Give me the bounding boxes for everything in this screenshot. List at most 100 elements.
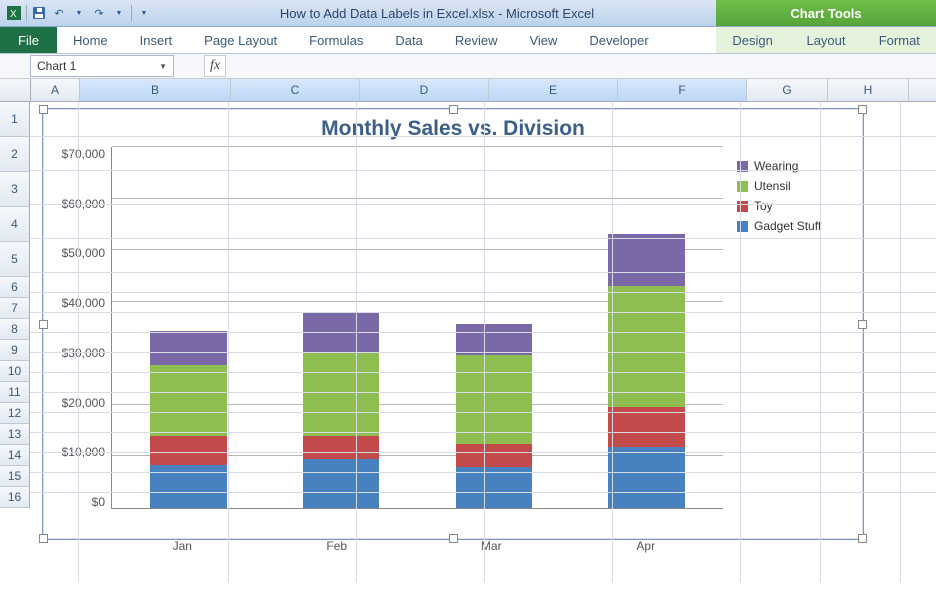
column-header[interactable]: A — [31, 79, 80, 101]
ribbon-tab-home[interactable]: Home — [57, 27, 124, 53]
bar-segment[interactable] — [608, 234, 684, 286]
excel-logo-icon: X — [6, 5, 22, 21]
column-header[interactable]: F — [618, 79, 747, 101]
column-header[interactable]: G — [747, 79, 828, 101]
legend-item[interactable]: Utensil — [737, 179, 857, 193]
legend-item[interactable]: Toy — [737, 199, 857, 213]
bar-segment[interactable] — [303, 436, 379, 459]
undo-icon[interactable]: ↶ — [51, 5, 67, 21]
name-box-dropdown-icon[interactable]: ▼ — [159, 62, 167, 71]
bar-segment[interactable] — [456, 355, 532, 443]
row-header[interactable]: 7 — [0, 298, 30, 319]
bar-group[interactable] — [456, 250, 532, 508]
bar-segment[interactable] — [303, 352, 379, 435]
bar-segment[interactable] — [456, 467, 532, 508]
y-tick-label: $70,000 — [62, 147, 105, 161]
name-box[interactable]: Chart 1 ▼ — [30, 55, 174, 77]
row-header[interactable]: 3 — [0, 172, 30, 207]
y-tick-label: $40,000 — [62, 296, 105, 310]
legend-swatch — [737, 221, 748, 232]
bar-segment[interactable] — [608, 447, 684, 508]
resize-handle-se[interactable] — [858, 534, 867, 543]
ribbon-tab-insert[interactable]: Insert — [124, 27, 189, 53]
x-axis[interactable]: JanFebMarApr — [105, 539, 723, 553]
row-header[interactable]: 14 — [0, 445, 30, 466]
ribbon-tab-design[interactable]: Design — [716, 27, 789, 53]
title-bar: X ↶ ▼ ↷ ▼ ▼ How to Add Data Labels in Ex… — [0, 0, 936, 27]
row-header[interactable]: 9 — [0, 340, 30, 361]
ribbon-tab-data[interactable]: Data — [379, 27, 438, 53]
row-header[interactable]: 10 — [0, 361, 30, 382]
save-icon[interactable] — [31, 5, 47, 21]
row-header[interactable]: 13 — [0, 424, 30, 445]
row-header[interactable]: 11 — [0, 382, 30, 403]
ribbon-tab-developer[interactable]: Developer — [573, 27, 664, 53]
row-header[interactable]: 1 — [0, 102, 30, 137]
column-header[interactable]: D — [360, 79, 489, 101]
resize-handle-e[interactable] — [858, 320, 867, 329]
x-tick-label: Feb — [260, 539, 415, 553]
resize-handle-nw[interactable] — [39, 105, 48, 114]
y-tick-label: $50,000 — [62, 246, 105, 260]
row-header[interactable]: 8 — [0, 319, 30, 340]
bar-segment[interactable] — [150, 331, 226, 365]
legend-label: Gadget Stuff — [754, 219, 821, 233]
column-headers: ABCDEFGH — [0, 79, 936, 102]
plot[interactable] — [111, 147, 723, 509]
bar-segment[interactable] — [456, 444, 532, 468]
window-title: How to Add Data Labels in Excel.xlsx - M… — [158, 6, 716, 21]
name-box-value: Chart 1 — [37, 59, 76, 73]
ribbon-tab-formulas[interactable]: Formulas — [293, 27, 379, 53]
row-headers: 12345678910111213141516 — [0, 102, 30, 582]
worksheet-grid[interactable]: 12345678910111213141516 Monthly Sales vs… — [0, 102, 936, 582]
bar-segment[interactable] — [303, 459, 379, 508]
chart-area[interactable]: Monthly Sales vs. Division $70,000$60,00… — [49, 115, 857, 533]
x-tick-label: Mar — [414, 539, 569, 553]
row-header[interactable]: 16 — [0, 487, 30, 508]
column-header[interactable]: H — [828, 79, 909, 101]
ribbon-tab-review[interactable]: Review — [439, 27, 514, 53]
row-header[interactable]: 2 — [0, 137, 30, 172]
ribbon-tab-layout[interactable]: Layout — [789, 27, 862, 53]
ribbon-tab-page-layout[interactable]: Page Layout — [188, 27, 293, 53]
resize-handle-ne[interactable] — [858, 105, 867, 114]
row-header[interactable]: 12 — [0, 403, 30, 424]
fx-icon[interactable]: fx — [204, 55, 226, 77]
resize-handle-n[interactable] — [449, 105, 458, 114]
redo-icon[interactable]: ↷ — [91, 5, 107, 21]
column-header[interactable]: C — [231, 79, 360, 101]
row-header[interactable]: 15 — [0, 466, 30, 487]
bar-group[interactable] — [303, 242, 379, 508]
quick-access-toolbar: X ↶ ▼ ↷ ▼ ▼ — [0, 5, 158, 21]
bar-group[interactable] — [608, 193, 684, 508]
row-header[interactable]: 4 — [0, 207, 30, 242]
ribbon-tab-view[interactable]: View — [513, 27, 573, 53]
x-tick-label: Jan — [105, 539, 260, 553]
legend-swatch — [737, 201, 748, 212]
select-all-corner[interactable] — [0, 79, 31, 101]
chart-title[interactable]: Monthly Sales vs. Division — [49, 117, 857, 141]
bar-segment[interactable] — [150, 436, 226, 465]
bar-segment[interactable] — [608, 286, 684, 407]
cells-area[interactable]: Monthly Sales vs. Division $70,000$60,00… — [30, 102, 936, 582]
file-tab[interactable]: File — [0, 27, 57, 53]
y-axis[interactable]: $70,000$60,000$50,000$40,000$30,000$20,0… — [49, 147, 111, 509]
ribbon-tab-format[interactable]: Format — [863, 27, 936, 53]
qat-customize-icon[interactable]: ▼ — [136, 5, 152, 21]
qat-dropdown-icon[interactable]: ▼ — [71, 5, 87, 21]
y-tick-label: $20,000 — [62, 396, 105, 410]
bar-segment[interactable] — [456, 324, 532, 355]
qat-dropdown-icon[interactable]: ▼ — [111, 5, 127, 21]
chart-tools-contextual-label: Chart Tools — [716, 0, 936, 26]
row-header[interactable]: 6 — [0, 277, 30, 298]
bar-group[interactable] — [150, 255, 226, 508]
row-header[interactable]: 5 — [0, 242, 30, 277]
column-header[interactable]: B — [80, 79, 231, 101]
legend-label: Toy — [754, 199, 773, 213]
resize-handle-sw[interactable] — [39, 534, 48, 543]
legend-item[interactable]: Gadget Stuff — [737, 219, 857, 233]
bar-segment[interactable] — [150, 365, 226, 435]
resize-handle-w[interactable] — [39, 320, 48, 329]
column-header[interactable]: E — [489, 79, 618, 101]
chart-gridline — [112, 146, 723, 147]
